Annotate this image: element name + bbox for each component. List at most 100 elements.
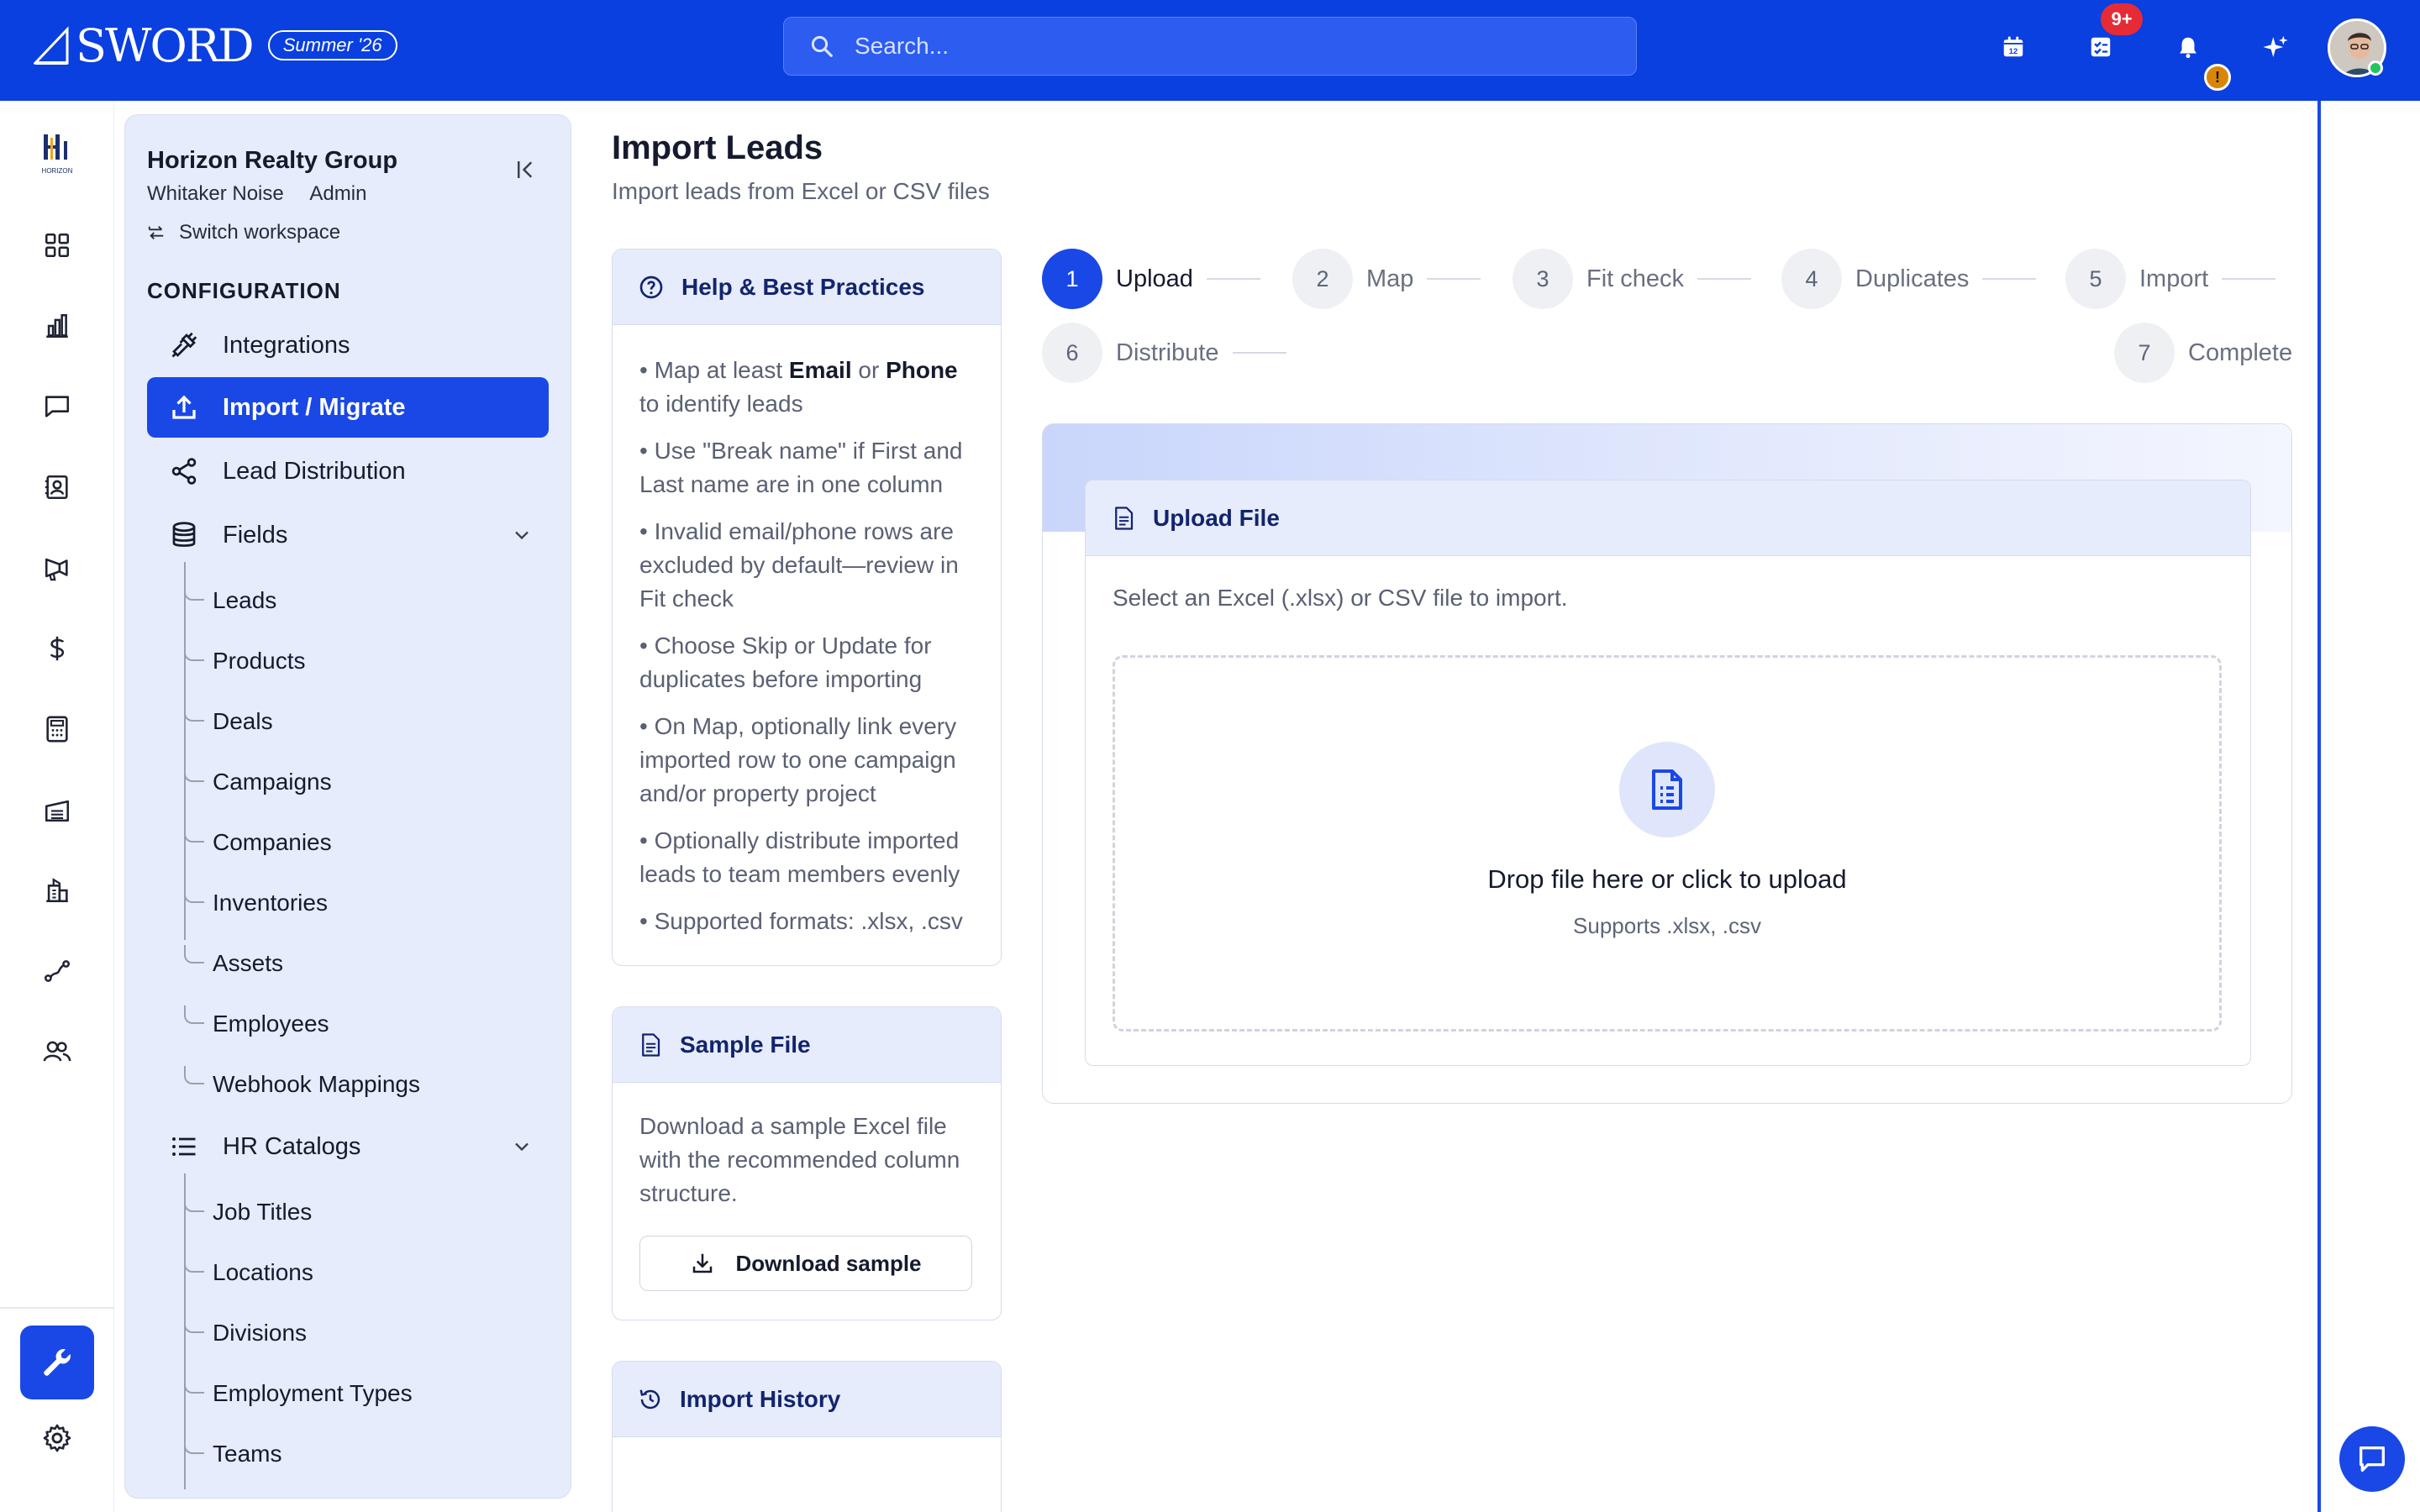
configuration-panel: Horizon Realty Group Whitaker Noise Admi… <box>124 114 571 1499</box>
rail-finance[interactable] <box>37 628 77 669</box>
message-icon <box>45 396 70 417</box>
chevron-down-icon[interactable] <box>510 1135 534 1158</box>
help-tip: • Map at least Email or Phone to identif… <box>639 357 958 417</box>
search-input[interactable]: Search... <box>783 17 1637 76</box>
download-sample-button[interactable]: Download sample <box>639 1236 972 1291</box>
rail-calculator[interactable] <box>37 709 77 749</box>
sub-item-teams[interactable]: Teams <box>184 1436 281 1471</box>
sub-item-locations[interactable]: Locations <box>184 1254 313 1289</box>
help-tip: • Choose Skip or Update for duplicates b… <box>639 633 932 692</box>
sub-item-products[interactable]: Products <box>184 643 306 678</box>
sample-file-card: Sample File Download a sample Excel file… <box>612 1006 1002 1320</box>
notifications-button[interactable] <box>2170 29 2207 66</box>
sword-logo-icon <box>34 26 69 65</box>
sub-item-employees[interactable]: Employees <box>184 1005 329 1041</box>
swap-arrows-icon <box>148 226 164 239</box>
import-history-card: Import History <box>612 1361 1002 1512</box>
switch-workspace-link[interactable]: Switch workspace <box>147 221 340 244</box>
ai-assistant-button[interactable] <box>2257 29 2294 66</box>
sub-item-webhook-mappings[interactable]: Webhook Mappings <box>184 1066 420 1101</box>
step-complete[interactable]: 7 Complete <box>2114 323 2292 383</box>
page-title: Import Leads <box>612 129 823 166</box>
sub-item-assets[interactable]: Assets <box>184 945 283 980</box>
upload-step-card: Upload File Select an Excel (.xlsx) or C… <box>1042 423 2292 1104</box>
step-map[interactable]: 2 Map <box>1292 249 1481 309</box>
collapse-panel-button[interactable] <box>513 157 539 182</box>
rail-logo-caption: HORIZON <box>42 167 73 175</box>
chat-button[interactable] <box>2339 1426 2405 1492</box>
file-dropzone[interactable]: Drop file here or click to upload Suppor… <box>1113 655 2222 1032</box>
logo-text: SWORD <box>76 18 255 72</box>
sub-item-companies[interactable]: Companies <box>184 824 332 859</box>
sub-item-deals[interactable]: Deals <box>184 703 273 738</box>
horizon-logo-icon: HORIZON <box>42 134 73 175</box>
nav-hr-catalogs-label: HR Catalogs <box>223 1132 361 1160</box>
contact-book-icon <box>45 475 68 500</box>
rail-settings[interactable] <box>37 1418 77 1458</box>
rail-campaigns[interactable] <box>37 548 77 588</box>
dropzone-subtitle: Supports .xlsx, .csv <box>1573 913 1761 938</box>
sub-item-divisions[interactable]: Divisions <box>184 1315 307 1350</box>
sparkle-icon <box>2263 35 2288 57</box>
step-duplicates[interactable]: 4 Duplicates <box>1781 249 2037 309</box>
history-card-title: Import History <box>680 1385 841 1412</box>
step-import[interactable]: 5 Import <box>2065 249 2276 309</box>
share-icon <box>167 454 201 488</box>
step-distribute[interactable]: 6 Distribute <box>1042 323 1286 383</box>
help-tip: • Supported formats: .xlsx, .csv <box>639 908 963 934</box>
nav-integrations[interactable]: Integrations <box>147 315 549 375</box>
rail-reports[interactable] <box>37 306 77 346</box>
icon-rail: HORIZON <box>0 101 114 1512</box>
calendar-button[interactable]: 12 <box>1995 29 2032 66</box>
help-card-title: Help & Best Practices <box>681 273 925 300</box>
nav-lead-distribution-label: Lead Distribution <box>223 457 406 485</box>
database-icon <box>167 518 201 552</box>
rail-messages[interactable] <box>37 386 77 427</box>
wrench-icon <box>44 1349 71 1376</box>
sub-item-campaigns[interactable]: Campaigns <box>184 764 332 799</box>
season-badge: Summer '26 <box>267 30 397 60</box>
download-sample-label: Download sample <box>735 1250 922 1276</box>
sub-item-leads[interactable]: Leads <box>184 582 276 617</box>
rail-warehouse[interactable] <box>37 790 77 830</box>
help-card-header: Help & Best Practices <box>613 249 1001 325</box>
nav-hr-catalogs[interactable]: HR Catalogs <box>147 1116 549 1177</box>
calendar-icon: 12 <box>2003 36 2023 57</box>
brand-logo[interactable]: SWORD Summer '26 <box>34 18 397 72</box>
sample-card-header: Sample File <box>613 1007 1001 1083</box>
calculator-icon <box>46 716 68 743</box>
step-fit-check[interactable]: 3 Fit check <box>1512 249 1752 309</box>
sub-item-employment-types[interactable]: Employment Types <box>184 1375 413 1410</box>
bar-chart-icon <box>46 313 68 339</box>
download-icon <box>693 1253 713 1273</box>
rail-properties[interactable] <box>37 870 77 911</box>
rail-settings-tools-button[interactable] <box>20 1326 94 1399</box>
nav-import-migrate[interactable]: Import / Migrate <box>147 377 549 438</box>
nav-fields-label: Fields <box>223 521 288 549</box>
dollar-icon <box>50 636 65 661</box>
rail-divider <box>0 1307 114 1309</box>
upload-description: Select an Excel (.xlsx) or CSV file to i… <box>1113 585 1568 611</box>
sub-item-job-titles[interactable]: Job Titles <box>184 1194 312 1229</box>
rail-dashboard[interactable] <box>37 225 77 265</box>
chevron-down-icon[interactable] <box>510 523 534 547</box>
notification-alert-badge: ! <box>2204 64 2231 91</box>
rail-workflows[interactable] <box>37 951 77 991</box>
fields-tree-line <box>184 562 186 940</box>
rail-team[interactable] <box>37 1032 77 1072</box>
tasks-icon <box>2091 37 2111 57</box>
users-icon <box>43 1041 71 1062</box>
help-card: Help & Best Practices • Map at least Ema… <box>612 249 1002 966</box>
rail-contacts[interactable] <box>37 467 77 507</box>
user-line: Whitaker Noise Admin <box>147 182 366 206</box>
step-upload[interactable]: 1 Upload <box>1042 249 1260 309</box>
workspace-logo[interactable]: HORIZON <box>30 131 84 181</box>
nav-fields[interactable]: Fields <box>147 505 549 565</box>
help-tip: • Optionally distribute imported leads t… <box>639 827 960 887</box>
tasks-count-badge: 9+ <box>2101 3 2143 35</box>
upload-card-title: Upload File <box>1153 504 1280 531</box>
sub-item-inventories[interactable]: Inventories <box>184 885 328 920</box>
right-panel-divider[interactable] <box>2317 101 2321 1512</box>
top-bar: SWORD Summer '26 Search... 12 9+ ! <box>0 0 2420 101</box>
nav-lead-distribution[interactable]: Lead Distribution <box>147 441 549 501</box>
